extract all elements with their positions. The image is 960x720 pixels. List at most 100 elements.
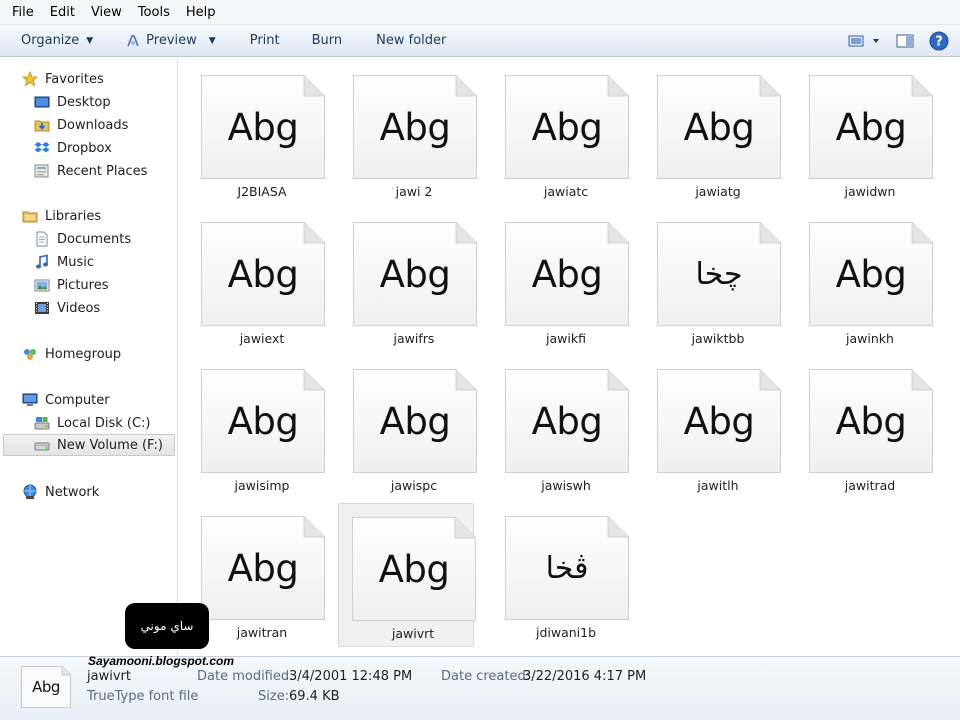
size-value: 69.4 KB [289,689,340,704]
nav-network[interactable]: Network [0,481,99,503]
nav-pictures[interactable]: Pictures [0,274,108,296]
change-view-button[interactable] [848,30,882,52]
nav-recent-places[interactable]: Recent Places [0,160,147,182]
print-button[interactable]: Print [226,29,290,53]
nav-music[interactable]: Music [0,251,94,273]
file-item[interactable]: Abg jawikfi [492,209,630,353]
preview-pane-button[interactable] [894,30,916,52]
file-item[interactable]: Abg jawivrt [338,503,476,647]
nav-homegroup[interactable]: Homegroup [0,343,121,365]
file-item[interactable]: Abg jawifrs [340,209,477,353]
view-icon [848,35,879,47]
nav-network-label: Network [45,484,100,500]
file-thumbnail: چخا [656,221,782,327]
file-item[interactable]: Abg jawispc [340,356,478,500]
font-preview-text: Abg [835,252,907,296]
file-thumbnail: Abg [656,74,782,180]
file-item[interactable]: Abg jawitrad [796,356,933,500]
documents-icon [34,231,50,247]
homegroup-icon [22,346,38,362]
file-item[interactable]: Abg jawiatg [644,62,782,206]
file-name: jawivrt [391,626,435,641]
file-item[interactable]: Abg jawi 2 [340,62,477,206]
nav-local-disk-label: Local Disk (C:) [57,415,151,431]
nav-local-disk[interactable]: Local Disk (C:) [0,412,150,434]
details-file-name: jawivrt [87,669,131,684]
nav-videos-label: Videos [57,300,101,316]
file-thumbnail: Abg [808,74,934,180]
font-preview-text: Abg [379,399,451,443]
organize-label: Organize [21,33,80,48]
font-preview-text: Abg [227,546,299,590]
file-name: jawitlh [697,478,739,493]
dropbox-icon [34,140,50,156]
file-item[interactable]: Abg jawiext [188,209,326,353]
preview-button[interactable]: Preview ▼ [103,29,226,53]
nav-libraries[interactable]: Libraries [0,205,101,227]
chevron-down-icon: ▼ [208,35,216,46]
nav-dropbox[interactable]: Dropbox [0,137,112,159]
new-folder-label: New folder [376,33,447,48]
new-folder-button[interactable]: New folder [352,29,456,53]
nav-new-volume[interactable]: New Volume (F:) [3,434,175,456]
print-label: Print [249,33,280,48]
videos-icon [34,300,50,316]
menu-file[interactable]: File [4,0,42,25]
network-icon [22,484,38,500]
svg-text:?: ? [935,35,943,50]
file-item[interactable]: چخا jawiktbb [644,209,782,353]
nav-downloads[interactable]: Downloads [0,114,128,136]
music-icon [34,254,50,270]
watermark-badge-text: ساي موني [140,619,194,633]
file-item[interactable]: Abg jawiswh [492,356,630,500]
file-thumbnail: Abg [352,368,478,474]
file-thumbnail: Abg [200,74,326,180]
help-button[interactable]: ? [928,30,950,52]
file-item[interactable]: Abg jawitlh [644,356,781,500]
nav-favorites[interactable]: Favorites [0,68,104,90]
nav-documents[interactable]: Documents [0,228,131,250]
computer-icon [22,392,38,408]
file-name: jawitran [236,625,288,640]
recent-places-icon [34,163,50,179]
file-thumbnail: Abg [504,221,630,327]
details-preview-text: Abg [32,678,60,696]
file-name: jawidwn [844,184,896,199]
chevron-down-icon: ▼ [86,35,94,46]
date-created-label: Date created: [441,669,531,684]
organize-button[interactable]: Organize ▼ [0,29,103,53]
nav-favorites-label: Favorites [45,71,104,87]
file-item[interactable]: Abg jawinkh [796,209,933,353]
file-item[interactable]: Abg jawiatc [492,62,629,206]
menu-tools[interactable]: Tools [130,0,178,25]
file-thumbnail: Abg [200,221,326,327]
font-preview-text: ڤخا [545,550,589,586]
menu-help[interactable]: Help [178,0,224,25]
date-modified-label: Date modified: [197,669,294,684]
size-label: Size: [258,689,290,704]
date-modified-value: 3/4/2001 12:48 PM [289,669,413,684]
menu-view[interactable]: View [83,0,130,25]
burn-button[interactable]: Burn [290,29,353,53]
date-created-value: 3/22/2016 4:17 PM [523,669,647,684]
nav-computer-label: Computer [45,392,110,408]
font-preview-text: Abg [531,105,603,149]
menu-edit[interactable]: Edit [42,0,83,25]
file-name: jawiktbb [691,331,745,346]
menu-bar: File Edit View Tools Help [0,0,960,25]
nav-documents-label: Documents [57,231,132,247]
file-item[interactable]: Abg J2BIASA [188,62,326,206]
nav-desktop[interactable]: Desktop [0,91,111,113]
nav-videos[interactable]: Videos [0,297,100,319]
nav-computer[interactable]: Computer [0,389,110,411]
drive-icon [34,437,50,453]
file-item[interactable]: ڤخا jdiwani1b [492,503,629,647]
file-item[interactable]: Abg jawisimp [188,356,325,500]
file-item[interactable]: Abg jawidwn [796,62,934,206]
font-preview-text: Abg [227,105,299,149]
help-icon: ? [929,31,949,51]
preview-icon [125,33,141,49]
file-list: Abg J2BIASA Abg jawi 2 Abg jawiatc Abg jawiatg A… [180,58,960,656]
star-icon [22,71,38,87]
file-thumbnail: Abg [504,368,630,474]
